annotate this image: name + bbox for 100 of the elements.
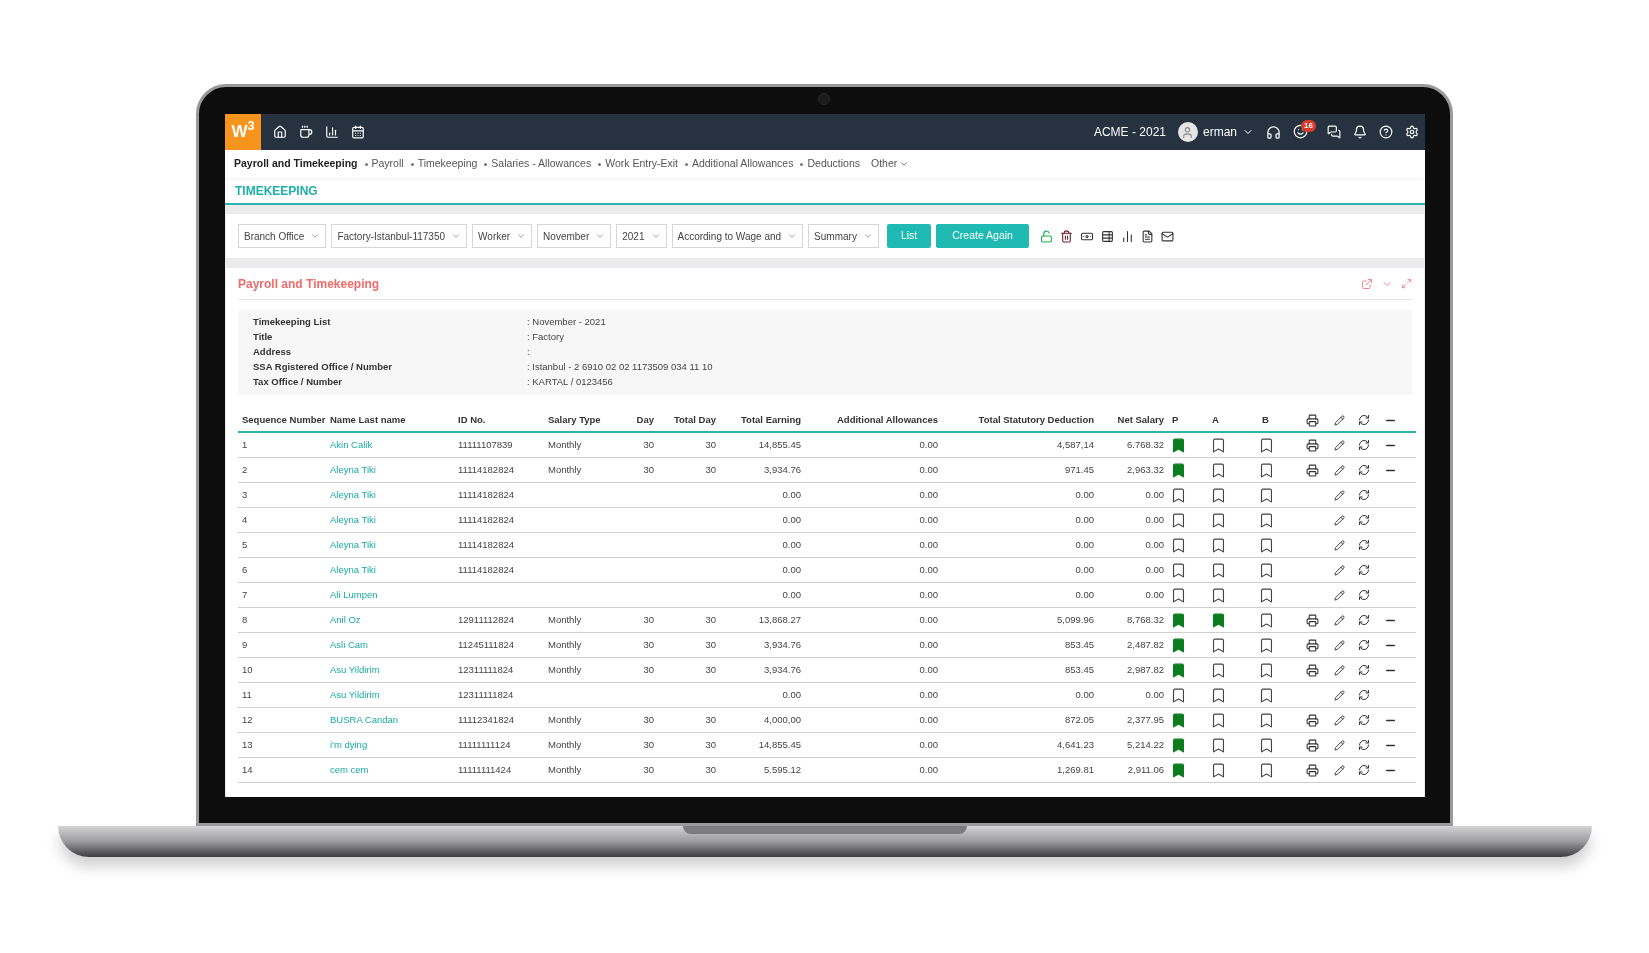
bookmark-icon[interactable] xyxy=(1210,560,1227,580)
filled-bookmark-icon[interactable] xyxy=(1170,460,1187,480)
pencil-icon[interactable] xyxy=(1334,589,1345,601)
pencil-icon[interactable] xyxy=(1334,739,1345,751)
refresh-icon[interactable] xyxy=(1358,464,1370,476)
pdf-file-icon[interactable] xyxy=(1140,229,1154,243)
bookmark-icon[interactable] xyxy=(1210,435,1227,455)
nav-link[interactable]: Payroll and Timekeeping xyxy=(234,156,358,172)
bookmark-icon[interactable] xyxy=(1210,760,1227,780)
nav-link[interactable]: Salaries - Allowances xyxy=(491,156,592,172)
filled-bookmark-icon[interactable] xyxy=(1170,660,1187,680)
employee-link[interactable]: i'm dying xyxy=(326,737,454,753)
bookmark-icon[interactable] xyxy=(1210,535,1227,555)
employee-link[interactable]: Asu Yildirim xyxy=(326,687,454,703)
nav-link[interactable]: Deductions xyxy=(807,156,860,172)
employee-link[interactable]: cem cem xyxy=(326,762,454,778)
printer-icon[interactable] xyxy=(1306,738,1319,752)
bookmark-icon[interactable] xyxy=(1210,635,1227,655)
refresh-icon[interactable] xyxy=(1358,714,1370,726)
pencil-icon[interactable] xyxy=(1334,664,1345,676)
nav-link[interactable]: Additional Allowances xyxy=(691,156,794,172)
bookmark-icon[interactable] xyxy=(1210,485,1227,505)
bookmark-icon[interactable] xyxy=(1170,510,1187,530)
printer-icon[interactable] xyxy=(1306,613,1319,627)
bookmark-icon[interactable] xyxy=(1258,660,1275,680)
filled-bookmark-icon[interactable] xyxy=(1170,435,1187,455)
pencil-icon[interactable] xyxy=(1334,639,1345,651)
bookmark-icon[interactable] xyxy=(1210,460,1227,480)
employee-link[interactable]: Aleyna Tiki xyxy=(326,512,454,528)
unlock-icon[interactable] xyxy=(1039,229,1053,243)
bookmark-icon[interactable] xyxy=(1258,685,1275,705)
bookmark-icon[interactable] xyxy=(1170,485,1187,505)
user-menu[interactable]: erman xyxy=(1178,122,1254,142)
pencil-icon[interactable] xyxy=(1334,539,1345,551)
refresh-icon[interactable] xyxy=(1358,564,1370,576)
bookmark-icon[interactable] xyxy=(1210,585,1227,605)
employee-link[interactable]: Aleyna Tiki xyxy=(326,462,454,478)
filled-bookmark-icon[interactable] xyxy=(1170,635,1187,655)
table-icon[interactable] xyxy=(1100,229,1114,243)
bookmark-icon[interactable] xyxy=(1170,535,1187,555)
list-button[interactable]: List xyxy=(886,224,932,248)
bookmark-icon[interactable] xyxy=(1210,660,1227,680)
home-icon[interactable] xyxy=(273,125,287,139)
filled-bookmark-icon[interactable] xyxy=(1170,760,1187,780)
printer-icon[interactable] xyxy=(1306,763,1319,777)
filled-bookmark-icon[interactable] xyxy=(1170,735,1187,755)
printer-icon[interactable] xyxy=(1306,413,1319,427)
headset-icon[interactable] xyxy=(1266,124,1281,140)
calendar-icon[interactable] xyxy=(351,125,365,139)
bookmark-icon[interactable] xyxy=(1258,610,1275,630)
employee-link[interactable]: Aleyna Tiki xyxy=(326,562,454,578)
printer-icon[interactable] xyxy=(1306,438,1319,452)
pencil-icon[interactable] xyxy=(1334,464,1345,476)
help-icon[interactable] xyxy=(1379,125,1393,139)
bookmark-icon[interactable] xyxy=(1258,460,1275,480)
employee-link[interactable]: Asli Cam xyxy=(326,637,454,653)
filter-dropdown[interactable]: Branch Office xyxy=(238,224,327,248)
pencil-icon[interactable] xyxy=(1334,614,1345,626)
filter-dropdown[interactable]: November xyxy=(537,224,612,248)
pencil-icon[interactable] xyxy=(1334,414,1345,426)
filter-dropdown[interactable]: Worker xyxy=(472,224,533,248)
filled-bookmark-icon[interactable] xyxy=(1170,610,1187,630)
filter-dropdown[interactable]: 2021 xyxy=(616,224,667,248)
refresh-icon[interactable] xyxy=(1358,439,1370,451)
create-again-button[interactable]: Create Again xyxy=(936,224,1029,248)
pencil-icon[interactable] xyxy=(1334,489,1345,501)
filter-dropdown[interactable]: According to Wage and xyxy=(671,224,804,248)
other-menu[interactable]: Other xyxy=(871,156,910,172)
filter-dropdown[interactable]: Summary xyxy=(808,224,879,248)
refresh-icon[interactable] xyxy=(1358,739,1370,751)
bookmark-icon[interactable] xyxy=(1258,710,1275,730)
printer-icon[interactable] xyxy=(1306,713,1319,727)
refresh-icon[interactable] xyxy=(1358,614,1370,626)
pencil-icon[interactable] xyxy=(1334,439,1345,451)
bookmark-icon[interactable] xyxy=(1170,685,1187,705)
refresh-icon[interactable] xyxy=(1358,539,1370,551)
bookmark-icon[interactable] xyxy=(1210,685,1227,705)
bookmark-icon[interactable] xyxy=(1258,560,1275,580)
chart-icon[interactable] xyxy=(325,125,339,139)
employee-link[interactable]: Ali Lumpen xyxy=(326,587,454,603)
refresh-icon[interactable] xyxy=(1358,664,1370,676)
bookmark-icon[interactable] xyxy=(1210,735,1227,755)
bell-icon[interactable] xyxy=(1353,125,1367,139)
trash-icon[interactable] xyxy=(1059,229,1073,243)
employee-link[interactable]: Akin Calik xyxy=(326,437,454,453)
refresh-icon[interactable] xyxy=(1358,764,1370,776)
bookmark-icon[interactable] xyxy=(1258,435,1275,455)
nav-link[interactable]: Timekeeping xyxy=(417,156,478,172)
bookmark-icon[interactable] xyxy=(1210,710,1227,730)
bookmark-icon[interactable] xyxy=(1258,485,1275,505)
printer-icon[interactable] xyxy=(1306,663,1319,677)
refresh-icon[interactable] xyxy=(1358,514,1370,526)
employee-link[interactable]: Aleyna Tiki xyxy=(326,487,454,503)
bookmark-icon[interactable] xyxy=(1258,735,1275,755)
bookmark-icon[interactable] xyxy=(1210,510,1227,530)
employee-link[interactable]: Asu Yildirim xyxy=(326,662,454,678)
pencil-icon[interactable] xyxy=(1334,564,1345,576)
printer-icon[interactable] xyxy=(1306,463,1319,477)
settings-icon[interactable] xyxy=(1405,125,1419,139)
pencil-icon[interactable] xyxy=(1334,514,1345,526)
